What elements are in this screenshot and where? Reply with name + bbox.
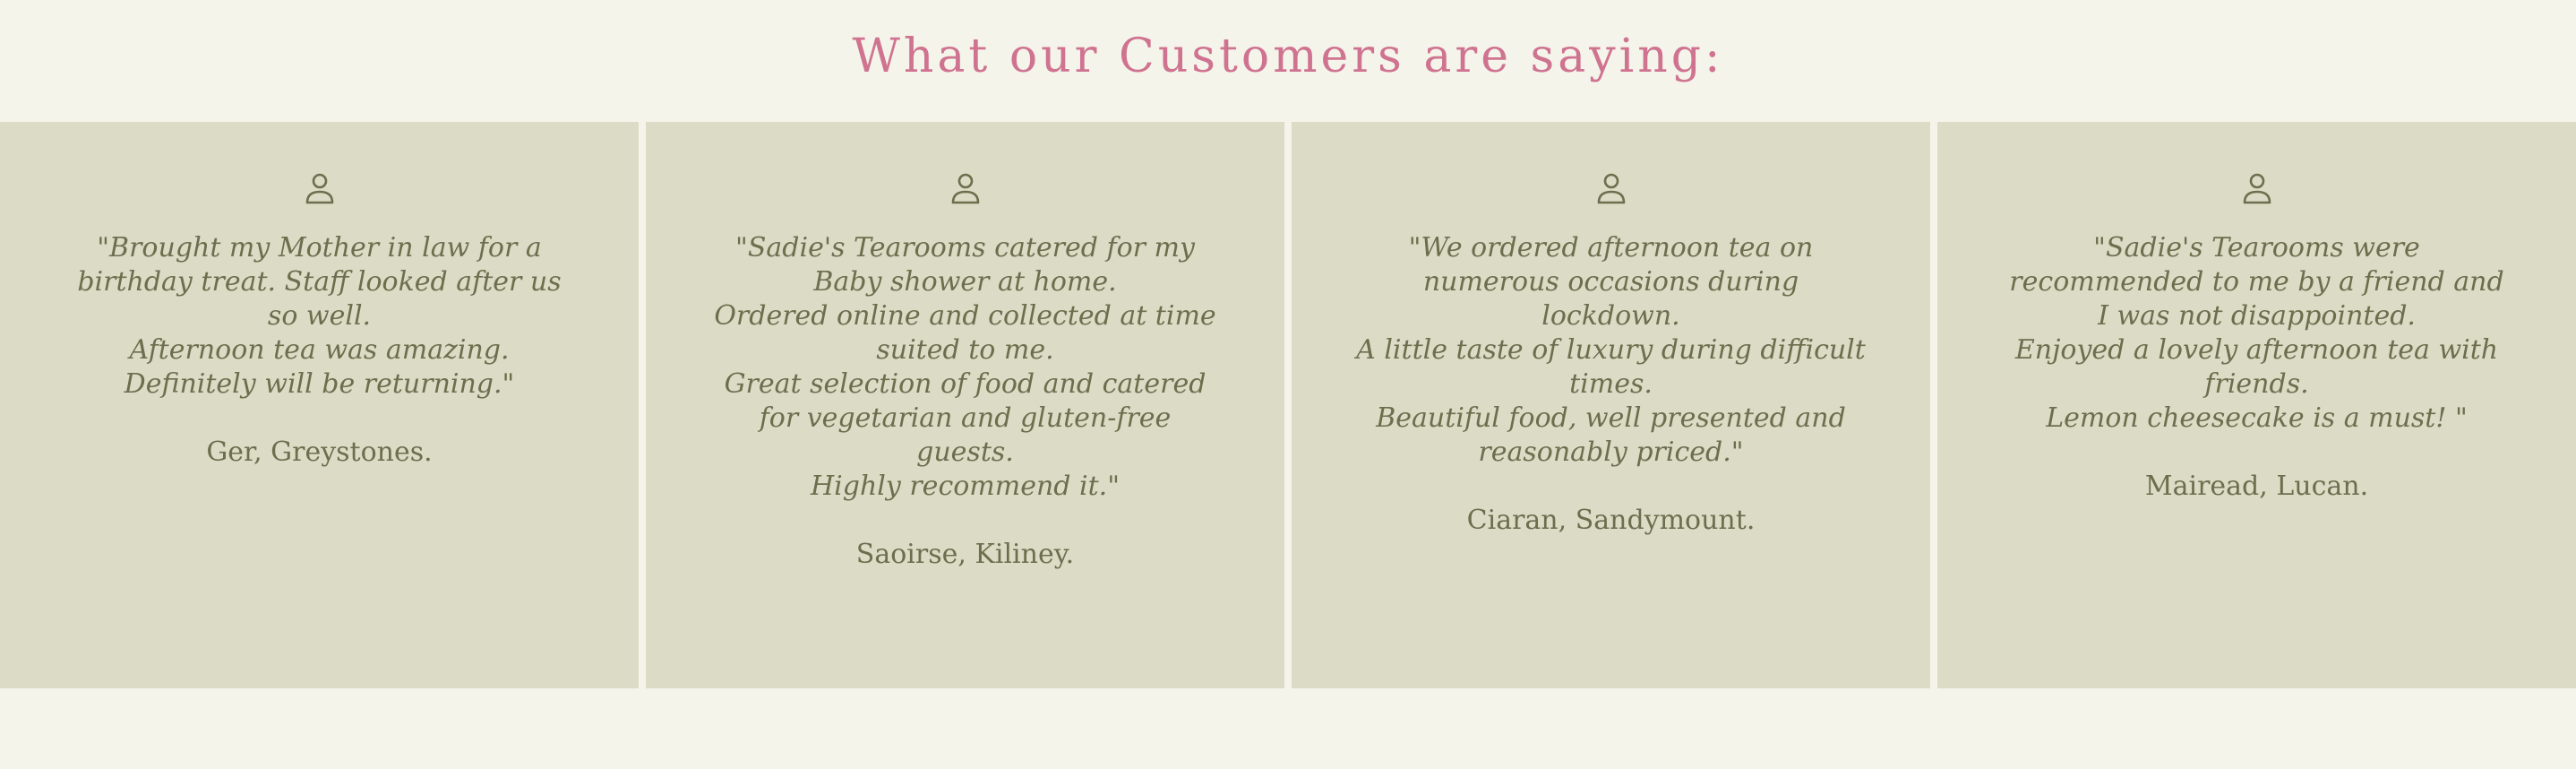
- testimonial-quote: "We ordered afternoon tea on numerous oc…: [1356, 232, 1866, 468]
- testimonial-card: "We ordered afternoon tea on numerous oc…: [1292, 122, 1930, 688]
- testimonial-quote: "Brought my Mother in law for a birthday…: [77, 232, 562, 400]
- testimonials-row: "Brought my Mother in law for a birthday…: [0, 122, 2576, 688]
- user-icon: [305, 173, 333, 204]
- testimonial-author: Ciaran, Sandymount.: [1466, 505, 1756, 536]
- testimonial-quote: "Sadie's Tearooms catered for my Baby sh…: [714, 232, 1216, 502]
- user-icon: [2243, 173, 2271, 204]
- testimonial-quote: "Sadie's Tearooms were recommended to me…: [2009, 232, 2504, 434]
- testimonial-author: Ger, Greystones.: [206, 436, 433, 468]
- testimonial-card: "Sadie's Tearooms were recommended to me…: [1937, 122, 2576, 688]
- user-icon: [1597, 173, 1625, 204]
- testimonial-card: "Brought my Mother in law for a birthday…: [0, 122, 639, 688]
- testimonial-card: "Sadie's Tearooms catered for my Baby sh…: [646, 122, 1284, 688]
- testimonial-author: Mairead, Lucan.: [2144, 471, 2369, 502]
- section-heading: What our Customers are saying:: [852, 30, 1724, 83]
- user-icon: [951, 173, 979, 204]
- testimonial-author: Saoirse, Kiliney.: [855, 539, 1075, 570]
